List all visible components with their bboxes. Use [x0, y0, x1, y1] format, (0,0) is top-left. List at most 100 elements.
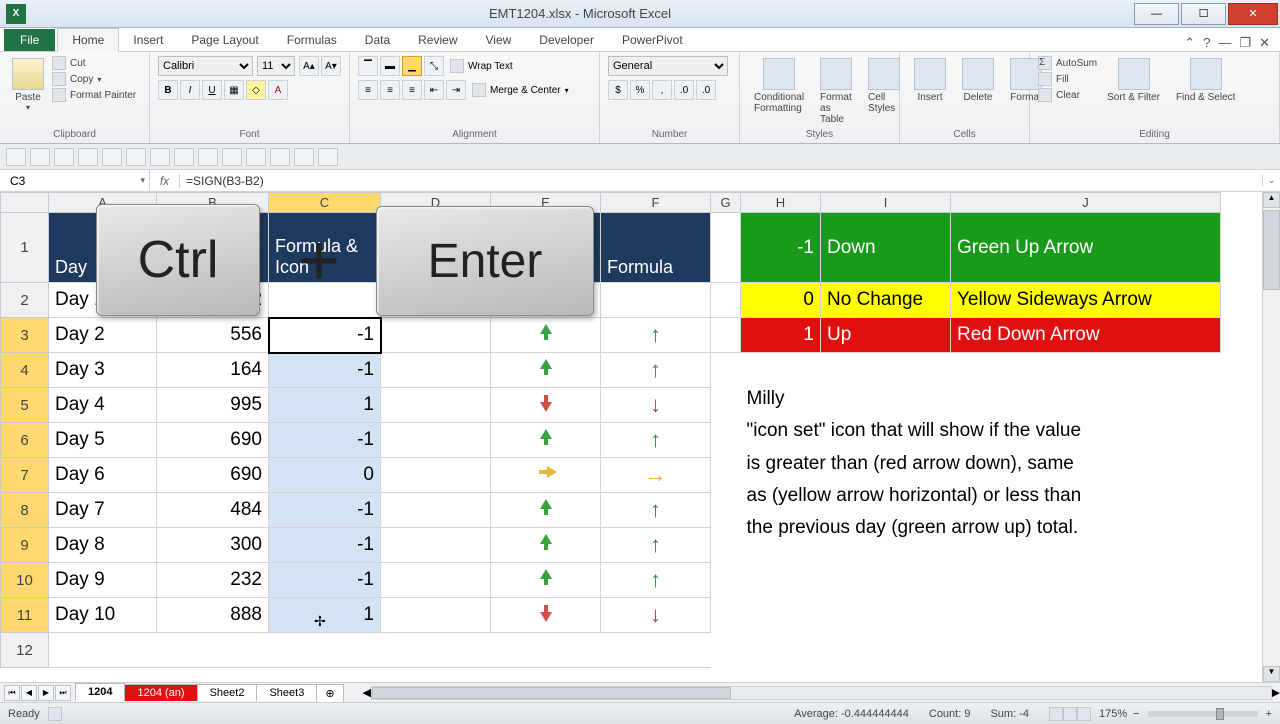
- row-header[interactable]: 12: [1, 633, 49, 668]
- cell[interactable]: 690: [157, 458, 269, 493]
- align-center-button[interactable]: ≡: [380, 80, 400, 100]
- italic-button[interactable]: I: [180, 80, 200, 100]
- new-sheet-button[interactable]: ⊕: [316, 684, 343, 702]
- fill-color-button[interactable]: ◇: [246, 80, 266, 100]
- cell[interactable]: Down: [821, 213, 951, 283]
- format-as-table-button[interactable]: Format as Table: [814, 56, 858, 129]
- cut-button[interactable]: Cut: [52, 56, 136, 70]
- cell[interactable]: 0: [741, 283, 821, 318]
- tab-formulas[interactable]: Formulas: [273, 29, 351, 51]
- conditional-formatting-button[interactable]: Conditional Formatting: [748, 56, 810, 129]
- merge-center-button[interactable]: Merge & Center▾: [472, 80, 569, 100]
- cell[interactable]: [601, 283, 711, 318]
- cell[interactable]: [381, 423, 491, 458]
- zoom-in-button[interactable]: +: [1266, 708, 1272, 720]
- font-size-select[interactable]: 11: [257, 56, 295, 76]
- zoom-out-button[interactable]: −: [1133, 708, 1139, 720]
- zoom-slider[interactable]: [1148, 711, 1258, 717]
- row-header[interactable]: 1: [1, 213, 49, 283]
- qat-button[interactable]: [174, 148, 194, 166]
- cell[interactable]: 300: [157, 528, 269, 563]
- qat-button[interactable]: [222, 148, 242, 166]
- vertical-scrollbar[interactable]: ▲ ▼: [1262, 192, 1280, 682]
- tab-view[interactable]: View: [472, 29, 526, 51]
- scroll-left-button[interactable]: ◀: [363, 686, 371, 699]
- close-button[interactable]: ✕: [1228, 3, 1278, 25]
- cell[interactable]: Red Down Arrow: [951, 318, 1221, 353]
- cell[interactable]: Formula: [601, 213, 711, 283]
- tab-home[interactable]: Home: [57, 28, 119, 52]
- cell[interactable]: [491, 388, 601, 423]
- cell[interactable]: [491, 423, 601, 458]
- qat-button[interactable]: [150, 148, 170, 166]
- row-header[interactable]: 11: [1, 598, 49, 633]
- cell[interactable]: Day 8: [49, 528, 157, 563]
- sheet-tab[interactable]: 1204 (an): [124, 684, 197, 701]
- next-sheet-button[interactable]: ▶: [38, 685, 54, 701]
- cell[interactable]: 995: [157, 388, 269, 423]
- cell[interactable]: [381, 493, 491, 528]
- wrap-text-button[interactable]: Wrap Text: [450, 56, 513, 76]
- orientation-button[interactable]: ⤡: [424, 56, 444, 76]
- cell[interactable]: [381, 318, 491, 353]
- col-header[interactable]: H: [741, 193, 821, 213]
- first-sheet-button[interactable]: ⏮: [4, 685, 20, 701]
- number-format-select[interactable]: General: [608, 56, 728, 76]
- cell[interactable]: Yellow Sideways Arrow: [951, 283, 1221, 318]
- find-select-button[interactable]: Find & Select: [1170, 56, 1241, 129]
- border-button[interactable]: ▦: [224, 80, 244, 100]
- cell[interactable]: No Change: [821, 283, 951, 318]
- align-bottom-button[interactable]: ▁: [402, 56, 422, 76]
- paste-button[interactable]: Paste▾: [8, 56, 48, 129]
- cell[interactable]: -1: [269, 423, 381, 458]
- font-color-button[interactable]: A: [268, 80, 288, 100]
- row-header[interactable]: 10: [1, 563, 49, 598]
- col-header[interactable]: G: [711, 193, 741, 213]
- tab-developer[interactable]: Developer: [525, 29, 608, 51]
- sort-filter-button[interactable]: Sort & Filter: [1101, 56, 1166, 129]
- row-header[interactable]: 6: [1, 423, 49, 458]
- cell[interactable]: ↓: [601, 388, 711, 423]
- sheet-tab[interactable]: 1204: [75, 683, 125, 702]
- active-cell[interactable]: -1: [269, 318, 381, 353]
- cell[interactable]: [711, 213, 741, 283]
- comma-button[interactable]: ,: [652, 80, 672, 100]
- scroll-thumb[interactable]: [1263, 210, 1280, 290]
- tab-insert[interactable]: Insert: [119, 29, 177, 51]
- cell[interactable]: ↑: [601, 353, 711, 388]
- qat-button[interactable]: [54, 148, 74, 166]
- tab-review[interactable]: Review: [404, 29, 471, 51]
- qat-button[interactable]: [6, 148, 26, 166]
- cell[interactable]: 1: [269, 388, 381, 423]
- tab-powerpivot[interactable]: PowerPivot: [608, 29, 697, 51]
- copy-button[interactable]: Copy▾: [52, 72, 136, 86]
- cell[interactable]: [491, 493, 601, 528]
- cell[interactable]: -1: [269, 353, 381, 388]
- cell[interactable]: [381, 598, 491, 633]
- cell[interactable]: ↑: [601, 563, 711, 598]
- maximize-button[interactable]: ☐: [1181, 3, 1226, 25]
- row-header[interactable]: 7: [1, 458, 49, 493]
- qat-button[interactable]: [246, 148, 266, 166]
- cell[interactable]: 232: [157, 563, 269, 598]
- cell[interactable]: →: [601, 458, 711, 493]
- cell[interactable]: Day 2: [49, 318, 157, 353]
- font-family-select[interactable]: Calibri: [158, 56, 253, 76]
- cell[interactable]: 556: [157, 318, 269, 353]
- qat-button[interactable]: [318, 148, 338, 166]
- cell[interactable]: [491, 458, 601, 493]
- ribbon-win-close-icon[interactable]: ✕: [1259, 35, 1270, 51]
- qat-button[interactable]: [78, 148, 98, 166]
- cell[interactable]: [491, 353, 601, 388]
- row-header[interactable]: 2: [1, 283, 49, 318]
- cell[interactable]: [381, 563, 491, 598]
- decrease-indent-button[interactable]: ⇤: [424, 80, 444, 100]
- ribbon-win-restore-icon[interactable]: ❐: [1239, 35, 1251, 51]
- ribbon-minimize-icon[interactable]: ⌃: [1184, 35, 1195, 51]
- col-header[interactable]: F: [601, 193, 711, 213]
- row-header[interactable]: 8: [1, 493, 49, 528]
- insert-cells-button[interactable]: Insert: [908, 56, 952, 129]
- cell[interactable]: Day 10: [49, 598, 157, 633]
- scroll-thumb[interactable]: [372, 687, 731, 699]
- tab-data[interactable]: Data: [351, 29, 404, 51]
